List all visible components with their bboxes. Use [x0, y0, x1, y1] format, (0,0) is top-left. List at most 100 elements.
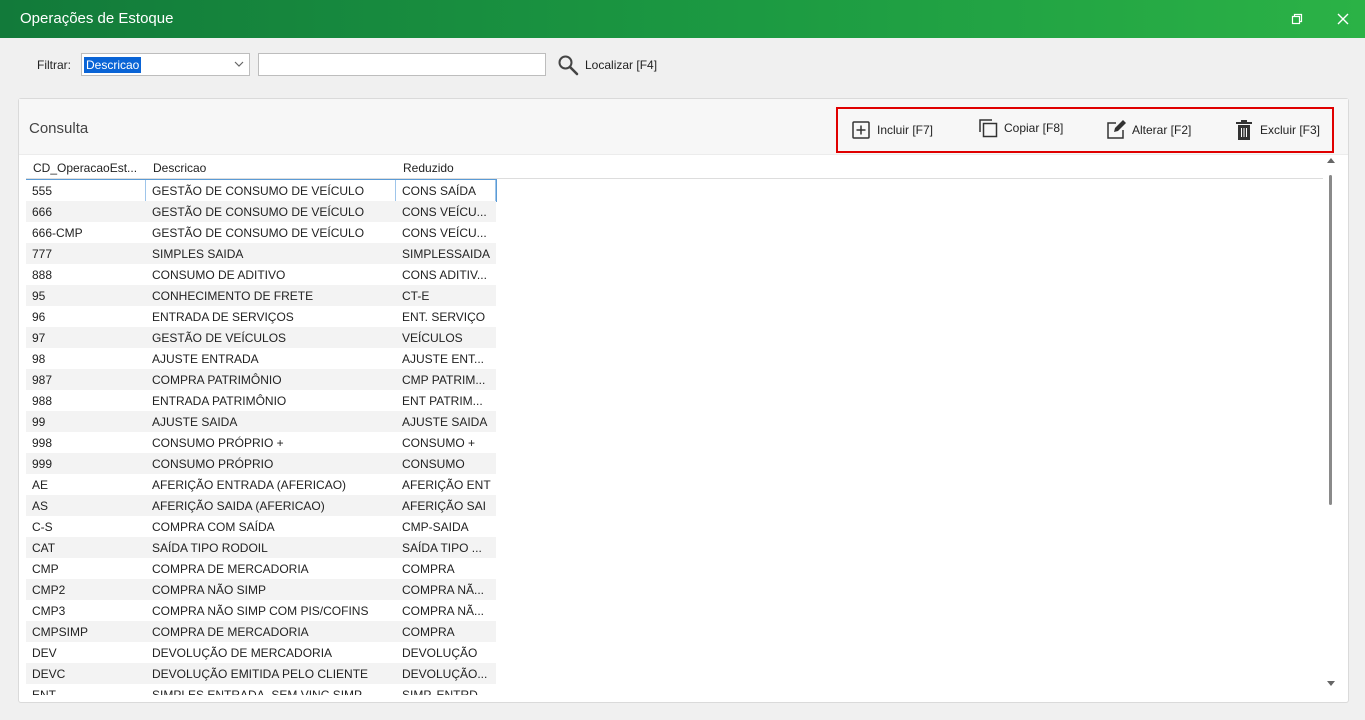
delete-label: Excluir [F3] [1260, 123, 1321, 137]
table-row[interactable]: 99 AJUSTE SAIDA AJUSTE SAIDA [26, 411, 496, 432]
cell-description: GESTÃO DE CONSUMO DE VEÍCULO [152, 184, 365, 198]
filter-field-select[interactable]: Descricao [81, 53, 250, 76]
table-row[interactable]: CMP COMPRA DE MERCADORIA COMPRA [26, 558, 496, 579]
cell-code: CMP [32, 562, 59, 576]
add-icon [850, 119, 872, 141]
restore-icon [1291, 13, 1303, 25]
table-row[interactable]: DEVC DEVOLUÇÃO EMITIDA PELO CLIENTE DEVOLU… [26, 663, 496, 684]
cell-code: 999 [32, 457, 53, 471]
table-row[interactable]: 998 CONSUMO PRÓPRIO + CONSUMO + [26, 432, 496, 453]
cell-code: 95 [32, 289, 46, 303]
cell-code: 777 [32, 247, 53, 261]
table-row[interactable]: CAT SAÍDA TIPO RODOIL SAÍDA TIPO ... [26, 537, 496, 558]
table-row[interactable]: C-S COMPRA COM SAÍDA CMP-SAIDA [26, 516, 496, 537]
copy-button[interactable]: Copiar [F8] [977, 117, 1063, 139]
table-row[interactable]: 95 CONHECIMENTO DE FRETE CT-E [26, 285, 496, 306]
table-row[interactable]: 555 GESTÃO DE CONSUMO DE VEÍCULO CONS SAÍD… [26, 179, 497, 202]
table-row[interactable]: 987 COMPRA PATRIMÔNIO CMP PATRIM... [26, 369, 496, 390]
selected-cell-border [495, 180, 496, 201]
table-row[interactable]: CMP2 COMPRA NÃO SIMP COMPRA NÃ... [26, 579, 496, 600]
table-row[interactable]: 666-CMP GESTÃO DE CONSUMO DE VEÍCULO CONS … [26, 222, 496, 243]
cell-short: AFERIÇÃO SAI [402, 499, 487, 513]
table-row[interactable]: 888 CONSUMO DE ADITIVO CONS ADITIV... [26, 264, 496, 285]
scroll-up-icon [1327, 158, 1335, 163]
column-header-short[interactable]: Reduzido [403, 161, 454, 175]
cell-description: CONSUMO DE ADITIVO [152, 268, 286, 282]
cell-short: COMPRA [402, 562, 455, 576]
cell-code: 666 [32, 205, 53, 219]
cell-code: 555 [32, 184, 53, 198]
table-row[interactable]: 98 AJUSTE ENTRADA AJUSTE ENT... [26, 348, 496, 369]
table-row[interactable]: 999 CONSUMO PRÓPRIO CONSUMO [26, 453, 496, 474]
table-row[interactable]: AS AFERIÇÃO SAIDA (AFERICAO) AFERIÇÃO SAI [26, 495, 496, 516]
scroll-down-icon [1327, 681, 1335, 686]
cell-short: CMP-SAIDA [402, 520, 469, 534]
table-row[interactable]: 96 ENTRADA DE SERVIÇOS ENT. SERVIÇO [26, 306, 496, 327]
cell-short: ENT. SERVIÇO [402, 310, 486, 324]
cell-code: CMP2 [32, 583, 66, 597]
cell-short: VEÍCULOS [402, 331, 463, 345]
cell-code: 98 [32, 352, 46, 366]
cell-description: DEVOLUÇÃO DE MERCADORIA [152, 646, 333, 660]
cell-short: CT-E [402, 289, 430, 303]
cell-description: AFERIÇÃO SAIDA (AFERICAO) [152, 499, 325, 513]
table-row[interactable]: 97 GESTÃO DE VEÍCULOS VEÍCULOS [26, 327, 496, 348]
cell-short: SIMP. ENTRD... [402, 688, 488, 695]
cell-code: DEV [32, 646, 57, 660]
column-header-code[interactable]: CD_OperacaoEst... [33, 161, 137, 175]
locate-label: Localizar [F4] [585, 58, 658, 72]
cell-description: CONSUMO PRÓPRIO + [152, 436, 284, 450]
close-button[interactable] [1332, 8, 1354, 30]
cell-code: CMPSIMP [32, 625, 89, 639]
cell-code: 988 [32, 394, 53, 408]
cell-code: 987 [32, 373, 53, 387]
cell-description: DEVOLUÇÃO EMITIDA PELO CLIENTE [152, 667, 369, 681]
cell-short: CONS ADITIV... [402, 268, 487, 282]
delete-button[interactable]: Excluir [F3] [1233, 119, 1320, 141]
table-row[interactable]: 666 GESTÃO DE CONSUMO DE VEÍCULO CONS VEÍC… [26, 201, 496, 222]
cell-code: DEVC [32, 667, 66, 681]
table-row[interactable]: AE AFERIÇÃO ENTRADA (AFERICAO) AFERIÇÃO EN… [26, 474, 496, 495]
column-header-description[interactable]: Descricao [153, 161, 206, 175]
window-title: Operações de Estoque [20, 10, 174, 27]
table-row[interactable]: CMP3 COMPRA NÃO SIMP COM PIS/COFINS COMPRA… [26, 600, 496, 621]
cell-description: SAÍDA TIPO RODOIL [152, 541, 268, 555]
cell-short: COMPRA NÃ... [402, 604, 485, 618]
cell-description: AFERIÇÃO ENTRADA (AFERICAO) [152, 478, 347, 492]
locate-button[interactable]: Localizar [F4] [557, 52, 657, 78]
search-icon [558, 55, 579, 76]
cell-description: GESTÃO DE VEÍCULOS [152, 331, 287, 345]
cell-description: CONHECIMENTO DE FRETE [152, 289, 314, 303]
cell-description: ENTRADA PATRIMÔNIO [152, 394, 287, 408]
vertical-scrollbar[interactable] [1325, 157, 1337, 691]
cell-short: CMP PATRIM... [402, 373, 486, 387]
cell-description: COMPRA PATRIMÔNIO [152, 373, 282, 387]
search-input[interactable] [258, 53, 546, 76]
cell-description: SIMPLES SAIDA [152, 247, 244, 261]
query-panel: Consulta Incluir [F7] Copiar [F8] Altera… [18, 98, 1349, 703]
cell-code: 99 [32, 415, 46, 429]
include-label: Incluir [F7] [877, 123, 934, 137]
cell-description: CONSUMO PRÓPRIO [152, 457, 274, 471]
scrollbar-thumb[interactable] [1329, 175, 1332, 505]
cell-short: SAÍDA TIPO ... [402, 541, 482, 555]
include-button[interactable]: Incluir [F7] [850, 119, 933, 141]
cell-short: CONS VEÍCU... [402, 205, 487, 219]
cell-short: COMPRA [402, 625, 455, 639]
cell-short: CONS VEÍCU... [402, 226, 487, 240]
table-row[interactable]: ENT SIMPLES ENTRADA -SEM VINC SIMP SIMP. E… [26, 684, 496, 695]
table-row[interactable]: CMPSIMP COMPRA DE MERCADORIA COMPRA [26, 621, 496, 642]
copy-icon [977, 117, 999, 139]
table-row[interactable]: 988 ENTRADA PATRIMÔNIO ENT PATRIM... [26, 390, 496, 411]
table-row[interactable]: 777 SIMPLES SAIDA SIMPLESSAIDA [26, 243, 496, 264]
selected-cell-border [395, 180, 396, 201]
cell-code: AE [32, 478, 49, 492]
grid-rows: 555 GESTÃO DE CONSUMO DE VEÍCULO CONS SAÍD… [26, 179, 497, 695]
cell-description: COMPRA DE MERCADORIA [152, 625, 309, 639]
table-row[interactable]: DEV DEVOLUÇÃO DE MERCADORIA DEVOLUÇÃO [26, 642, 496, 663]
restore-button[interactable] [1286, 8, 1308, 30]
edit-button[interactable]: Alterar [F2] [1105, 119, 1191, 141]
cell-code: 96 [32, 310, 46, 324]
filter-bar: Filtrar: Descricao Localizar [F4] [0, 38, 1365, 94]
cell-description: COMPRA DE MERCADORIA [152, 562, 309, 576]
